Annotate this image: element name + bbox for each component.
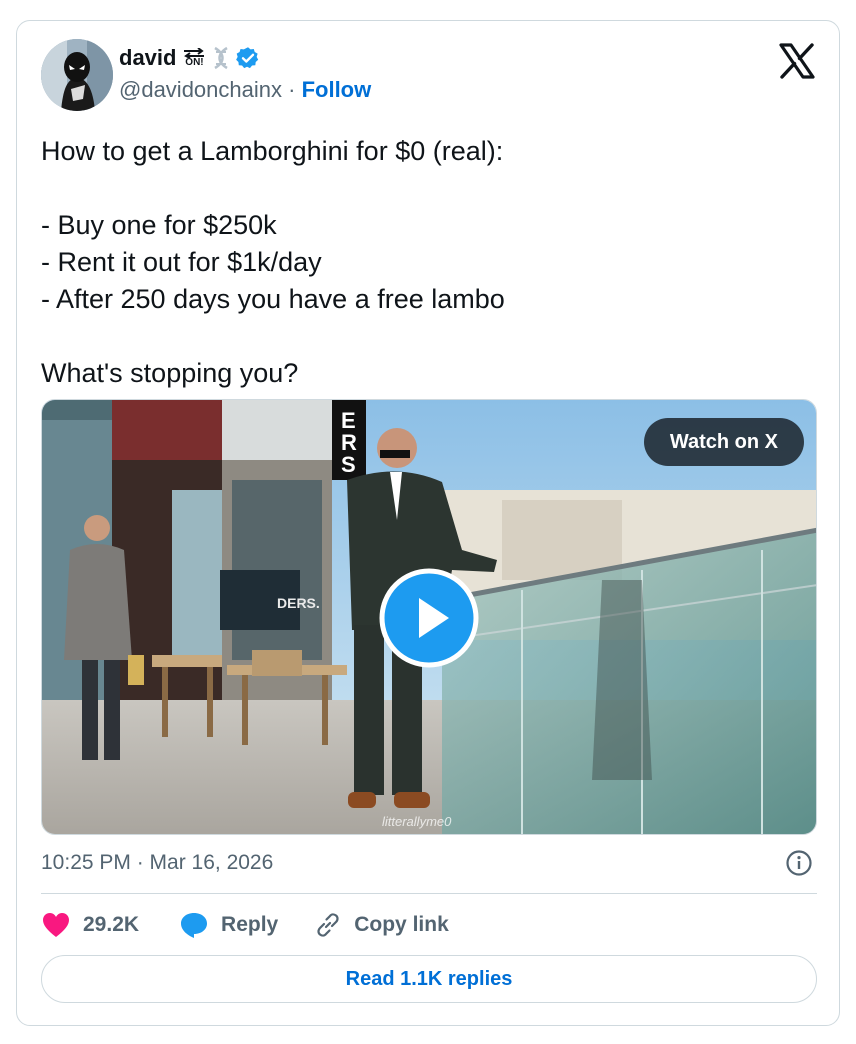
copy-link-button[interactable]: Copy link [314, 911, 449, 939]
author-handle[interactable]: @davidonchainx [119, 77, 282, 102]
follow-button[interactable]: Follow [302, 77, 372, 102]
avatar[interactable] [41, 39, 113, 111]
handle-separator: · [288, 77, 296, 102]
tweet-actions: 29.2K Reply Copy link [41, 909, 449, 941]
heart-icon [43, 913, 69, 937]
on-arrows-badge: ON! [182, 48, 206, 68]
read-replies-button[interactable]: Read 1.1K replies [41, 955, 817, 1003]
info-icon[interactable] [785, 849, 813, 877]
reply-bubble-icon [181, 913, 208, 938]
video-watermark: litterallyme0 [382, 814, 452, 829]
author-name-row: david ON! [119, 43, 260, 73]
author-handle-row: @davidonchainx · Follow [119, 77, 371, 103]
reply-button[interactable]: Reply [179, 911, 278, 939]
avatar-image [41, 39, 113, 111]
video-thumbnail[interactable]: DERS. ERS litterallyme0 Watch on X [41, 399, 817, 835]
link-icon [317, 913, 339, 937]
store-sign: DERS. [277, 595, 320, 611]
x-logo-icon[interactable] [779, 43, 815, 79]
vertical-sign-letters: ERS [341, 408, 357, 477]
tweet-card: david ON! @davidonchainx · Follow How to… [16, 20, 840, 1026]
tweet-text: How to get a Lamborghini for $0 (real): … [41, 136, 505, 388]
like-count: 29.2K [83, 913, 140, 936]
watch-on-x-button[interactable]: Watch on X [643, 418, 804, 466]
play-icon[interactable] [379, 568, 479, 668]
divider [41, 893, 817, 894]
copy-link-label: Copy link [354, 913, 449, 936]
dna-chain-icon [214, 46, 229, 70]
on-badge-text: ON! [185, 57, 204, 68]
verified-badge-icon [236, 47, 259, 69]
tweet-timestamp[interactable]: 10:25 PM · Mar 16, 2026 [41, 851, 273, 875]
reply-label: Reply [221, 913, 279, 936]
author-name[interactable]: david [119, 45, 176, 71]
like-button[interactable]: 29.2K [41, 911, 139, 939]
